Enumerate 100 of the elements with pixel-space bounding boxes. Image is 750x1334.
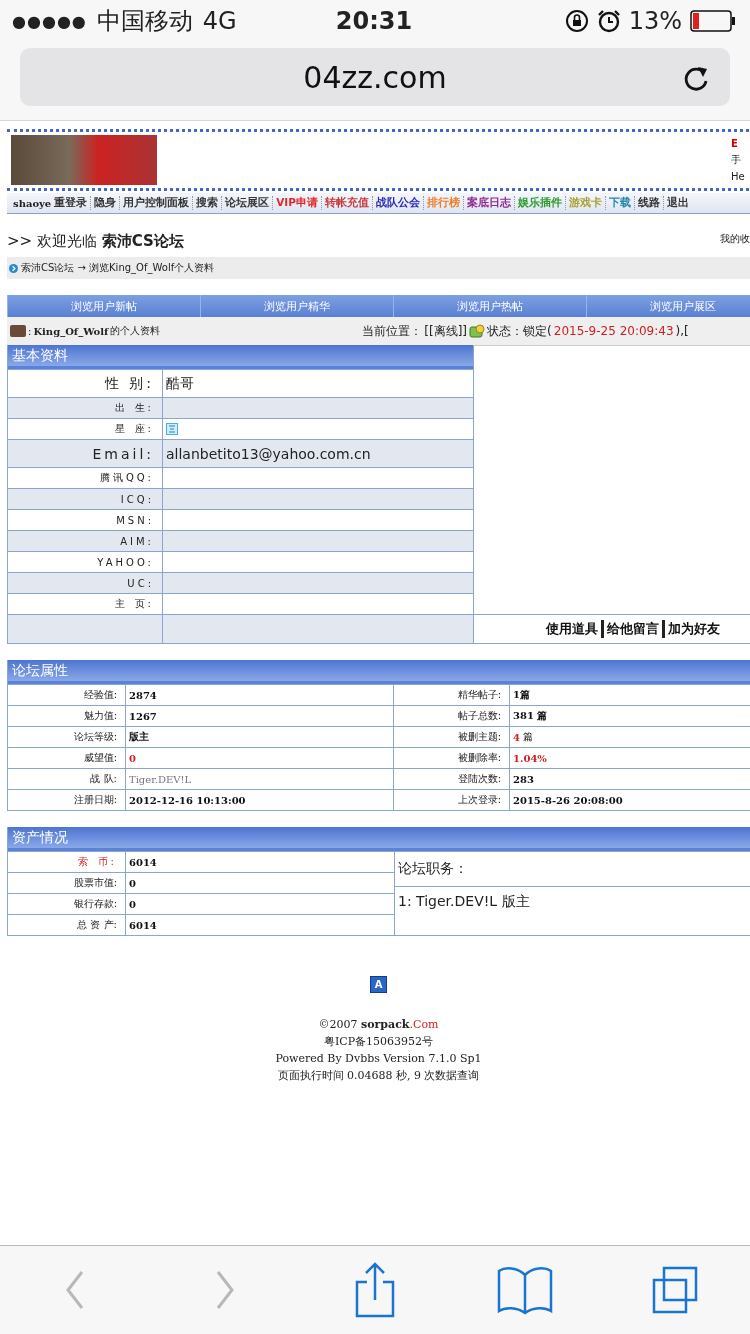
field-label: 被删除率:: [457, 751, 501, 765]
welcome-heading: >> 欢迎光临 索沛CS论坛: [7, 232, 184, 251]
field-value: 1篇: [513, 688, 530, 702]
nav-link[interactable]: 退出: [662, 196, 692, 210]
profile-action-link[interactable]: 给他留言: [601, 620, 662, 638]
field-label: 银行存款:: [73, 897, 117, 911]
field-value: 2012-12-16 10:13:00: [129, 794, 246, 806]
nav-link[interactable]: VIP申请: [272, 196, 321, 210]
field-label: 股票市值:: [73, 876, 117, 890]
username-link[interactable]: shaoye: [13, 197, 52, 209]
separator-colon: :: [28, 325, 32, 337]
field-label: 被删主题:: [457, 730, 501, 744]
field-label: 主 页:: [115, 597, 154, 611]
location-label: 当前位置：: [362, 322, 423, 340]
nav-link[interactable]: 论坛展区: [221, 196, 273, 210]
bullet-arrow-icon: [9, 263, 18, 273]
field-label: 帖子总数:: [457, 709, 501, 723]
footer-text: 粤ICP备15063952号: [323, 1034, 434, 1049]
duty-entry: 1: Tiger.DEV!L 版主: [398, 893, 530, 909]
profile-action-link[interactable]: 使用道具: [543, 620, 601, 638]
field-label: 性 别:: [104, 374, 154, 393]
field-label: 星 座:: [115, 422, 154, 436]
field-label: 战 队:: [90, 772, 117, 786]
rotation-lock-icon: [564, 9, 589, 33]
profile-username: King_Of_Wolf: [33, 325, 109, 337]
field-value: 0: [129, 752, 136, 764]
lock-time: 2015-9-25 20:09:43: [553, 324, 674, 338]
nav-link[interactable]: 搜索: [192, 196, 222, 210]
field-value: 381 篇: [513, 709, 548, 723]
section-title: 基本资料: [8, 345, 473, 369]
profile-caption: 的个人资料: [110, 324, 161, 338]
field-value: 1.04%: [513, 752, 547, 764]
battery-icon: [690, 10, 736, 32]
nav-link[interactable]: 用户控制面板: [119, 196, 193, 210]
field-value: Tiger.DEV!L: [129, 773, 192, 785]
field-label: 威望值:: [83, 751, 117, 765]
field-value: 283: [513, 773, 534, 785]
field-label: 腾讯QQ:: [99, 471, 154, 485]
nav-link[interactable]: 重登录: [54, 196, 91, 210]
unit-text: 篇: [522, 730, 533, 744]
field-label: 上次登录:: [457, 793, 501, 807]
field-label: ICQ:: [120, 493, 154, 505]
section-title: 资产情况: [8, 827, 750, 851]
field-label: 魅力值:: [83, 709, 117, 723]
field-value: allanbetito13@yahoo.com.cn: [163, 439, 473, 467]
field-label: YAHOO:: [97, 556, 154, 568]
status-icon: [469, 324, 486, 338]
network-type: 4G: [202, 7, 237, 35]
breadcrumb[interactable]: 索沛CS论坛 → 浏览King_Of_Wolf个人资料: [21, 261, 215, 275]
alarm-clock-icon: [596, 9, 621, 33]
footer-text: Powered By Dvbbs Version 7.1.0 Sp1: [275, 1052, 482, 1065]
footer-text: 页面执行时间 0.04688 秒, 9 次数据查询: [277, 1068, 480, 1083]
nav-link[interactable]: 下载: [604, 196, 634, 210]
avatar-placeholder: [10, 325, 26, 337]
battery-percent: 13%: [628, 7, 682, 35]
copyright-line: ©2007 sorpack.Com: [318, 1018, 439, 1031]
field-value: 1267: [129, 710, 157, 722]
clock-time: 20:31: [335, 7, 413, 35]
tabs-icon: [652, 1266, 698, 1314]
favorites-link[interactable]: 我的收: [720, 232, 750, 246]
header-text: 手: [731, 153, 742, 167]
field-label: 出 生:: [115, 401, 154, 415]
field-label: 精华帖子:: [457, 688, 501, 702]
field-label: 总 资 产:: [77, 918, 117, 932]
field-label: 经验值:: [83, 688, 117, 702]
field-label: UC:: [127, 577, 154, 589]
field-label: Email:: [92, 445, 154, 462]
profile-action-link[interactable]: 加为好友: [662, 620, 723, 638]
field-label: AIM:: [120, 535, 154, 547]
nav-link[interactable]: 隐身: [90, 196, 120, 210]
online-status: [[离线]]: [424, 322, 468, 340]
section-title: 论坛属性: [8, 660, 750, 684]
nav-link[interactable]: 线路: [633, 196, 663, 210]
font-badge-icon[interactable]: A: [370, 976, 387, 993]
field-value: 6014: [129, 919, 157, 931]
address-bar[interactable]: 04zz.com: [20, 48, 730, 106]
field-value: 4: [513, 731, 520, 743]
zodiac-icon: [166, 423, 178, 435]
field-label: MSN:: [116, 514, 154, 526]
field-label: 登陆次数:: [457, 772, 501, 786]
field-value: 2874: [129, 689, 157, 701]
share-icon: [355, 1262, 395, 1318]
signal-strength: ●●●●●: [12, 11, 87, 31]
header-text: E: [731, 138, 739, 149]
field-value: 版主: [129, 730, 149, 744]
field-label: 索 币:: [78, 855, 117, 869]
forward-icon: [216, 1270, 234, 1310]
field-value: 0: [129, 898, 136, 910]
field-value: 0: [129, 877, 136, 889]
status-tail: ),[: [675, 324, 689, 338]
field-label: 注册日期:: [73, 793, 117, 807]
bookmarks-icon: [497, 1265, 553, 1315]
nav-link[interactable]: 案底日志: [462, 196, 514, 210]
header-text: He: [731, 171, 743, 182]
duties-heading: 论坛职务：: [398, 860, 468, 876]
nav-link[interactable]: 战队公会: [371, 196, 423, 210]
nav-link[interactable]: 转帐充值: [320, 196, 372, 210]
carrier-name: 中国移动: [96, 6, 193, 37]
field-label: 论坛等级:: [73, 730, 117, 744]
back-icon: [66, 1270, 84, 1310]
